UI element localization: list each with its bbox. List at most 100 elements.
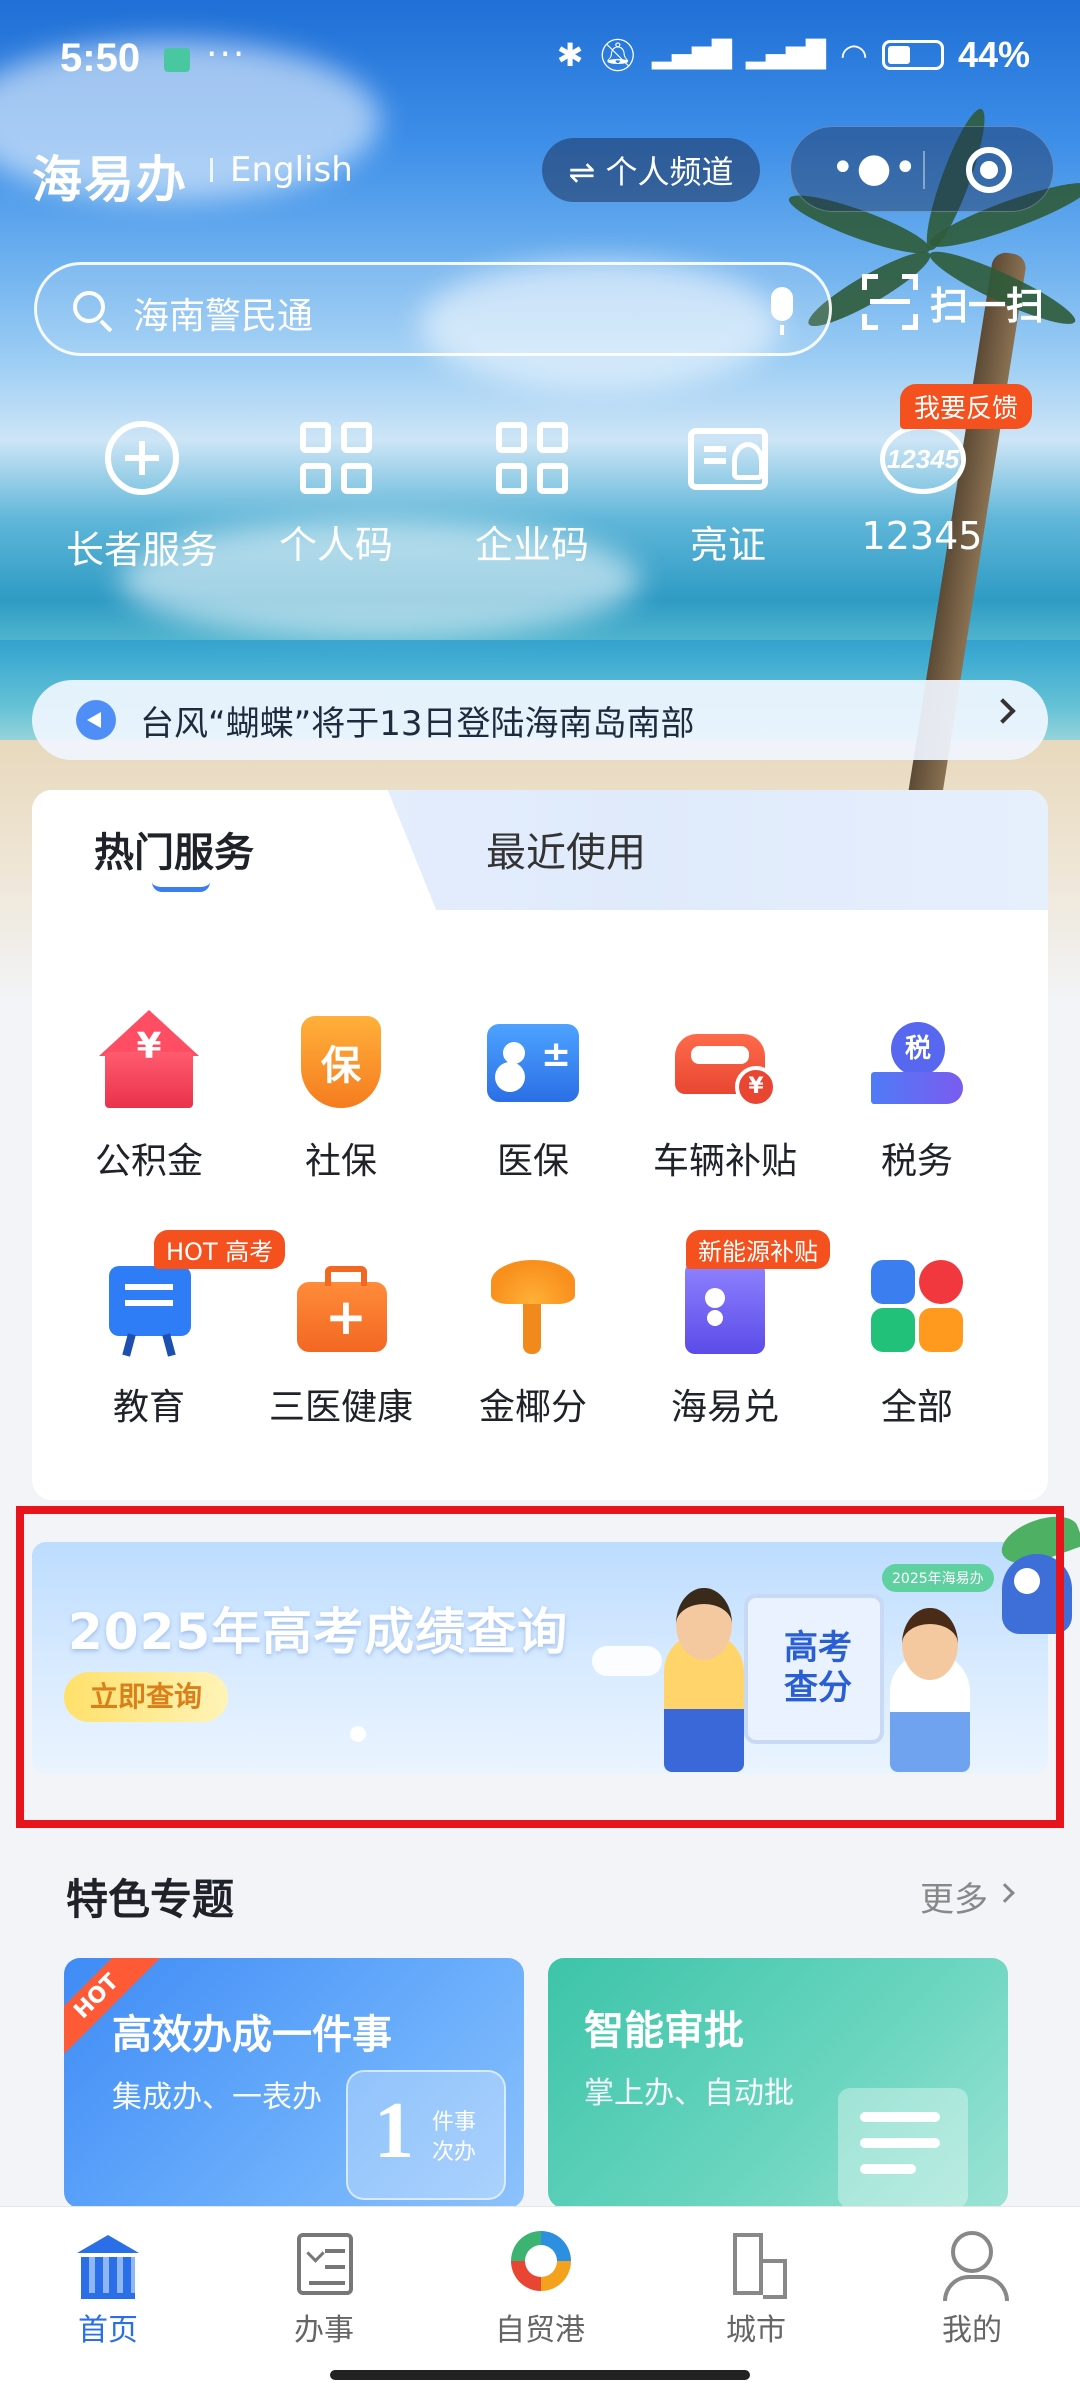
signal-icon: ▂▄▆█: [652, 40, 733, 70]
scan-icon: [862, 274, 918, 330]
featured-more-link[interactable]: 更多: [920, 1872, 988, 1921]
status-bar: 5:50 ··· ✱ 🔕︎ ▂▄▆█ ▂▄▆█ ◠ 44%: [0, 0, 1080, 120]
one-thing-decoration: 1 件事 次办: [346, 2070, 506, 2200]
service-all[interactable]: 全部: [822, 1256, 1012, 1430]
service-label: 全部: [880, 1387, 953, 1428]
qr-grid-icon: [490, 416, 574, 500]
quick-tool-label: 12345: [861, 514, 983, 558]
quick-tool-label: 个人码: [278, 523, 393, 567]
bluetooth-icon: ✱: [556, 36, 584, 74]
nav-city[interactable]: 城市: [676, 2229, 836, 2349]
service-social-security[interactable]: 保 社保: [246, 1010, 436, 1184]
user-icon: [937, 2229, 1009, 2301]
heart-plus-icon: [100, 421, 184, 505]
microphone-icon[interactable]: [771, 287, 793, 335]
app-logo: 海易办: [32, 151, 188, 209]
battery-percent: 44%: [957, 34, 1030, 75]
deco-number: 1: [374, 2087, 414, 2175]
tab-hot-services[interactable]: 热门服务: [94, 820, 254, 878]
featured-card-smart-approval[interactable]: 智能审批 掌上办、自动批: [548, 1958, 1008, 2208]
quick-tool-label: 企业码: [474, 523, 589, 567]
quick-tool-personal-code[interactable]: 个人码: [246, 416, 426, 569]
nav-label: 办事: [294, 2313, 354, 2348]
close-miniapp-icon[interactable]: [966, 147, 1012, 193]
quick-tool-label: 长者服务: [65, 528, 218, 572]
service-label: 海易兑: [670, 1387, 779, 1428]
service-label: 车辆补贴: [652, 1141, 797, 1182]
medical-insurance-icon: [483, 1010, 583, 1110]
quick-tool-enterprise-code[interactable]: 企业码: [442, 416, 622, 569]
battery-icon: [881, 40, 944, 70]
home-indicator[interactable]: [330, 2370, 750, 2380]
service-education[interactable]: HOT 高考 教育: [54, 1230, 286, 1430]
service-label: 三医健康: [268, 1387, 413, 1428]
notification-icon: [164, 48, 190, 72]
city-building-icon: [721, 2229, 791, 2299]
quick-tool-elder-service[interactable]: 长者服务: [52, 416, 232, 574]
featured-card-subtitle: 掌上办、自动批: [584, 2076, 794, 2111]
search-input[interactable]: 海南警民通: [133, 287, 313, 339]
logo-divider: [210, 158, 213, 182]
chevron-right-icon: [995, 1883, 1015, 1903]
exchange-door-icon: [675, 1256, 775, 1356]
featured-section-title: 特色专题: [66, 1875, 235, 1924]
service-health[interactable]: 三医健康: [246, 1256, 436, 1430]
search-icon: [73, 291, 105, 323]
social-security-icon: 保: [291, 1010, 391, 1110]
nav-label: 城市: [726, 2313, 786, 2348]
service-vehicle-subsidy[interactable]: ¥ 车辆补贴: [630, 1010, 820, 1184]
deco-text: 件事 次办: [432, 2110, 477, 2165]
checklist-icon: [289, 2229, 359, 2299]
service-haiyidui[interactable]: 新能源补贴 海易兑: [630, 1230, 830, 1430]
service-label: 教育: [112, 1387, 185, 1428]
coconut-tree-icon: [483, 1256, 583, 1356]
housing-fund-icon: ¥: [99, 1010, 199, 1110]
scan-button[interactable]: 扫一扫: [862, 274, 1044, 330]
services-tabs: 热门服务 最近使用: [32, 790, 1048, 910]
mute-bell-icon: 🔕︎: [597, 36, 639, 74]
more-menu-icon[interactable]: •●•: [831, 145, 919, 191]
active-tab-indicator: [152, 882, 210, 892]
quick-tool-show-id[interactable]: 亮证: [638, 416, 818, 569]
feedback-badge[interactable]: 我要反馈: [900, 384, 1033, 429]
service-golden-coconut[interactable]: 金椰分: [438, 1256, 628, 1430]
featured-card-one-thing[interactable]: HOT 高效办成一件事 集成办、一表办 1 件事 次办: [64, 1958, 524, 2208]
featured-card-title: 高效办成一件事: [112, 2012, 392, 2058]
service-tax[interactable]: 税 税务: [822, 1010, 1012, 1184]
wifi-icon: ◠: [840, 36, 868, 74]
status-more-dots: ···: [206, 34, 247, 75]
vehicle-subsidy-icon: ¥: [675, 1010, 777, 1110]
service-medical-insurance[interactable]: 医保: [438, 1010, 628, 1184]
speaker-icon: [76, 700, 116, 740]
announcement-text: 台风“蝴蝶”将于13日登陆海南岛南部: [140, 703, 695, 744]
tax-icon: 税: [867, 1010, 967, 1110]
quick-tool-label: 亮证: [689, 523, 766, 567]
nav-home[interactable]: 首页: [28, 2229, 188, 2349]
featured-card-subtitle: 集成办、一表办: [112, 2080, 322, 2115]
free-trade-port-icon: [505, 2229, 575, 2299]
service-label: 税务: [880, 1141, 953, 1182]
nav-free-trade-port[interactable]: 自贸港: [460, 2229, 620, 2349]
nav-services[interactable]: 办事: [244, 2229, 404, 2349]
announcement-bar[interactable]: 台风“蝴蝶”将于13日登陆海南岛南部: [32, 680, 1048, 760]
quick-tool-12345[interactable]: 12345 12345: [832, 416, 1012, 558]
service-label: 公积金: [94, 1141, 203, 1182]
qr-grid-icon: [294, 416, 378, 500]
personal-channel-button[interactable]: ⇌ 个人频道: [542, 138, 760, 202]
services-card: 热门服务 最近使用 ¥ 公积金 保 社保 医保 ¥ 车辆补贴 税 税务 HOT …: [32, 790, 1048, 1500]
tab-recently-used[interactable]: 最近使用: [486, 820, 646, 878]
channel-label: ⇌ 个人频道: [568, 153, 734, 191]
language-switch[interactable]: English: [230, 150, 353, 190]
service-label: 医保: [496, 1141, 569, 1182]
search-bar[interactable]: 海南警民通: [34, 262, 832, 356]
status-time: 5:50: [60, 36, 141, 80]
new-energy-subsidy-tag: 新能源补贴: [686, 1230, 830, 1269]
chevron-right-icon: [990, 698, 1016, 724]
document-decoration: [838, 2088, 968, 2208]
medical-kit-icon: [291, 1256, 391, 1356]
service-label: 社保: [304, 1141, 377, 1182]
service-housing-fund[interactable]: ¥ 公积金: [54, 1010, 244, 1184]
nav-mine[interactable]: 我的: [892, 2229, 1052, 2349]
education-icon: [99, 1256, 199, 1357]
highlight-box: [16, 1506, 1064, 1828]
